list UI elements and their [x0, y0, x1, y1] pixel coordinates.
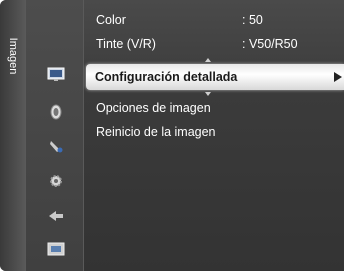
row-label: Reinicio de la imagen — [96, 125, 216, 139]
tv-osd-menu: Imagen Color: 50 Tinte (V/R): V50/R50 … — [0, 0, 344, 271]
scroll-down-indicator — [205, 92, 211, 96]
category-label: Imagen — [7, 37, 19, 75]
setup-icon[interactable] — [46, 172, 66, 190]
row-label: Tinte (V/R) — [96, 37, 156, 51]
submenu-arrow-icon — [334, 72, 342, 82]
scroll-up-indicator — [205, 58, 211, 62]
sound-icon[interactable] — [46, 103, 66, 121]
application-icon[interactable] — [46, 240, 66, 258]
selected-item-label: Configuración detallada — [95, 70, 238, 84]
menu-row-tint[interactable]: Tinte (V/R) : V50/R50 — [96, 33, 344, 55]
row-label: Color — [96, 13, 126, 27]
category-icon-column — [26, 0, 84, 271]
menu-content: Color : 50 Tinte (V/R) : V50/R50 Configu… — [84, 0, 344, 271]
menu-item-detailed-settings-selected[interactable]: Configuración detallada — [86, 64, 344, 90]
menu-row-color[interactable]: Color : 50 — [96, 9, 344, 31]
channel-icon[interactable] — [46, 137, 66, 155]
menu-item-picture-options[interactable]: Opciones de imagen — [96, 97, 344, 119]
input-icon[interactable] — [46, 207, 66, 225]
picture-icon[interactable] — [46, 65, 66, 83]
category-tab: Imagen — [0, 0, 27, 271]
row-label: Opciones de imagen — [96, 101, 211, 115]
row-value: : V50/R50 — [242, 37, 298, 51]
row-value: : 50 — [242, 13, 263, 27]
menu-item-picture-reset[interactable]: Reinicio de la imagen — [96, 121, 344, 143]
